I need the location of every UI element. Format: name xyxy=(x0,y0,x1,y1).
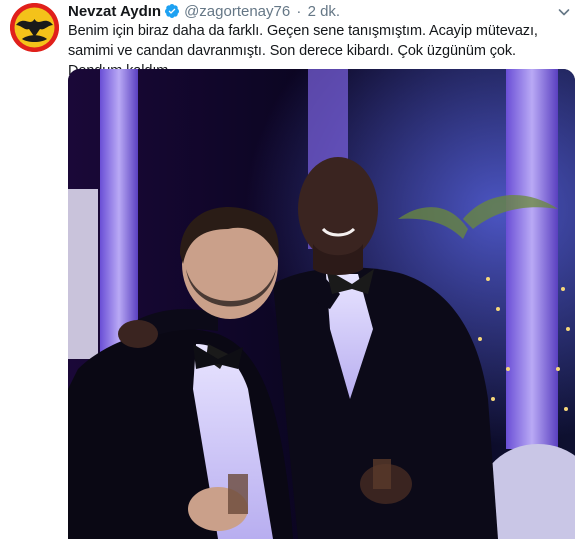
chevron-down-icon[interactable] xyxy=(556,4,572,20)
photo-illustration xyxy=(68,69,575,539)
tweet-header: Nevzat Aydın @zagortenay76 · 2 dk. xyxy=(68,2,340,22)
separator: · xyxy=(296,3,302,20)
avatar-logo-icon xyxy=(10,3,59,52)
tweet-photo[interactable] xyxy=(68,69,575,539)
author-handle[interactable]: @zagortenay76 xyxy=(184,3,290,20)
avatar[interactable] xyxy=(10,3,59,52)
timestamp[interactable]: 2 dk. xyxy=(308,3,341,20)
tweet[interactable]: Nevzat Aydın @zagortenay76 · 2 dk. Benim … xyxy=(0,0,582,539)
author-name[interactable]: Nevzat Aydın xyxy=(68,3,161,20)
